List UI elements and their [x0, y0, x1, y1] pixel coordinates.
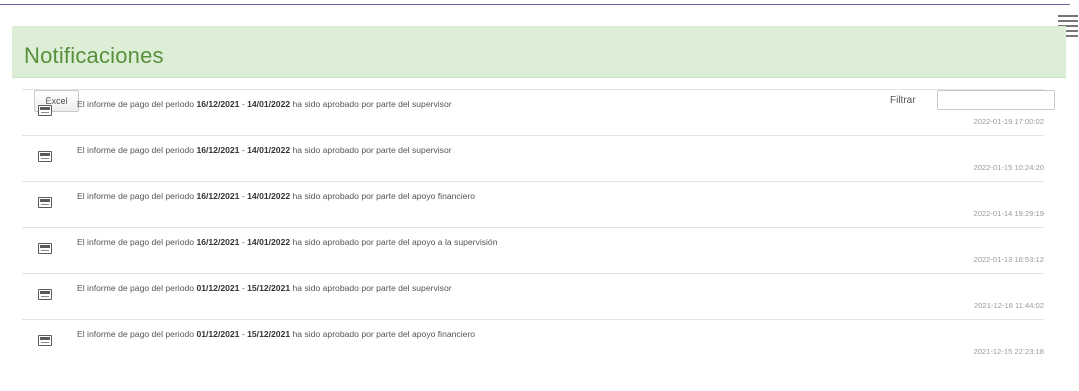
notification-list: El informe de pago del periodo 16/12/202… [22, 89, 1044, 365]
page-title: Notificaciones [24, 43, 164, 68]
report-icon [38, 289, 52, 300]
top-divider [0, 4, 1070, 5]
period-start: 16/12/2021 [196, 99, 240, 109]
message-suffix: ha sido aprobado por parte del superviso… [292, 99, 452, 109]
period-separator: - [241, 145, 245, 155]
message-suffix: ha sido aprobado por parte del apoyo fin… [292, 191, 476, 201]
notification-row[interactable]: El informe de pago del periodo 16/12/202… [22, 227, 1044, 273]
period-separator: - [241, 329, 245, 339]
panel-header: Notificaciones [12, 26, 1066, 78]
message-prefix: El informe de pago del periodo [77, 237, 195, 247]
period-start: 01/12/2021 [196, 283, 240, 293]
message-suffix: ha sido aprobado por parte del apoyo fin… [292, 329, 476, 339]
message-prefix: El informe de pago del periodo [77, 191, 195, 201]
period-start: 01/12/2021 [196, 329, 240, 339]
message-prefix: El informe de pago del periodo [77, 99, 195, 109]
period-separator: - [241, 237, 245, 247]
notification-timestamp: 2022-01-15 10:24:20 [973, 163, 1044, 172]
notification-timestamp: 2022-01-14 19:29:19 [973, 209, 1044, 218]
notification-message: El informe de pago del periodo 16/12/202… [77, 237, 498, 247]
report-icon [38, 105, 52, 116]
menu-bar [1058, 20, 1078, 22]
period-start: 16/12/2021 [196, 191, 240, 201]
period-separator: - [241, 191, 245, 201]
period-start: 16/12/2021 [196, 145, 240, 155]
notification-row[interactable]: El informe de pago del periodo 16/12/202… [22, 181, 1044, 227]
notification-timestamp: 2021-12-16 11:44:02 [974, 301, 1044, 310]
notification-message: El informe de pago del periodo 01/12/202… [77, 329, 475, 339]
report-icon [38, 335, 52, 346]
period-end: 15/12/2021 [247, 283, 291, 293]
notification-timestamp: 2022-01-13 18:53:12 [973, 255, 1044, 264]
notification-timestamp: 2022-01-19 17:00:02 [973, 117, 1044, 126]
notification-row[interactable]: El informe de pago del periodo 16/12/202… [22, 135, 1044, 181]
message-suffix: ha sido aprobado por parte del superviso… [292, 283, 452, 293]
notification-row[interactable]: El informe de pago del periodo 16/12/202… [22, 89, 1044, 135]
period-end: 14/01/2022 [247, 237, 291, 247]
notification-message: El informe de pago del periodo 01/12/202… [77, 283, 452, 293]
message-prefix: El informe de pago del periodo [77, 283, 195, 293]
message-suffix: ha sido aprobado por parte del superviso… [292, 145, 452, 155]
report-icon [38, 243, 52, 254]
period-end: 14/01/2022 [247, 99, 291, 109]
period-end: 15/12/2021 [247, 329, 291, 339]
message-prefix: El informe de pago del periodo [77, 145, 195, 155]
report-icon [38, 197, 52, 208]
notification-message: El informe de pago del periodo 16/12/202… [77, 191, 475, 201]
message-prefix: El informe de pago del periodo [77, 329, 195, 339]
notification-row[interactable]: El informe de pago del periodo 01/12/202… [22, 319, 1044, 365]
menu-bar [1058, 15, 1078, 17]
period-separator: - [241, 283, 245, 293]
notification-timestamp: 2021-12-15 22:23:18 [973, 347, 1044, 356]
period-end: 14/01/2022 [247, 145, 291, 155]
notification-message: El informe de pago del periodo 16/12/202… [77, 99, 452, 109]
period-end: 14/01/2022 [247, 191, 291, 201]
notification-row[interactable]: El informe de pago del periodo 01/12/202… [22, 273, 1044, 319]
period-separator: - [241, 99, 245, 109]
report-icon [38, 151, 52, 162]
notification-message: El informe de pago del periodo 16/12/202… [77, 145, 452, 155]
message-suffix: ha sido aprobado por parte del apoyo a l… [292, 237, 498, 247]
period-start: 16/12/2021 [196, 237, 240, 247]
